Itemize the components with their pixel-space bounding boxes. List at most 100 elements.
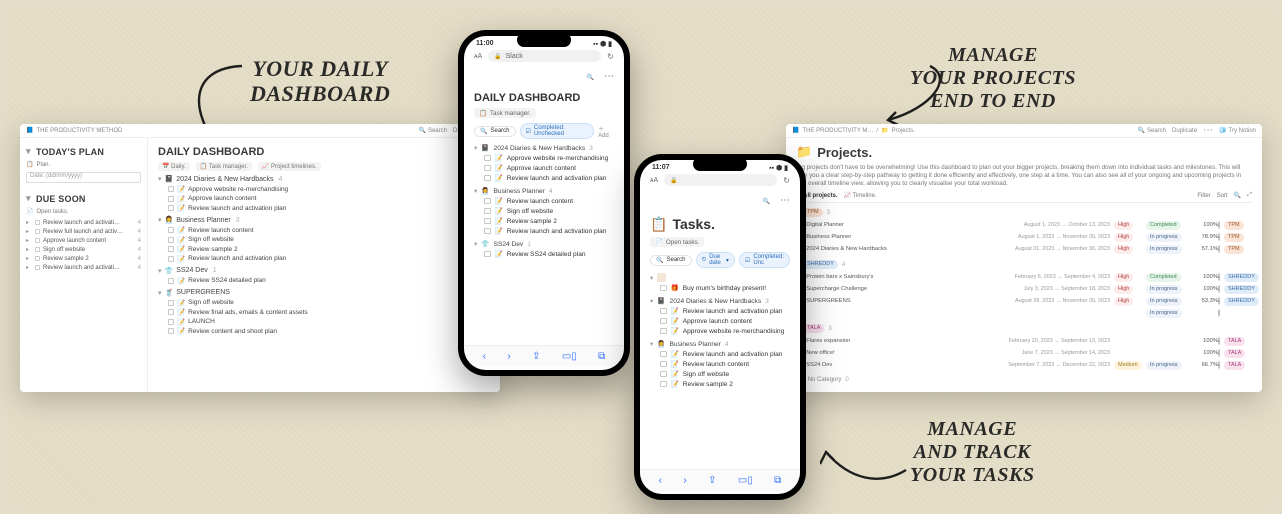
tabs-icon[interactable]: ⧉ xyxy=(598,351,605,362)
project-row[interactable]: ⚡Supercharge ChallengeJuly 3, 2023 → Sep… xyxy=(796,283,1252,295)
add-button[interactable]: ＋ Add xyxy=(598,124,614,139)
sidebar-task[interactable]: ▸Review launch and activati…4 xyxy=(26,264,141,271)
search-button[interactable]: Search xyxy=(650,255,692,266)
task-item[interactable]: 📝Review launch content xyxy=(474,197,614,205)
task-item[interactable]: 🎁Buy mum's birthday present! xyxy=(650,284,790,292)
filter-completed[interactable]: ☑ Completed: Unc xyxy=(739,252,790,268)
sidebar-task[interactable]: ▸Sign off website4 xyxy=(26,246,141,253)
task-item[interactable]: 📝Approve website re-merchandising xyxy=(158,185,490,193)
search-icon[interactable] xyxy=(763,194,770,206)
task-item[interactable]: 📝Approve website re-merchandising xyxy=(474,154,614,162)
task-item[interactable]: 📝Approve launch content xyxy=(158,195,490,203)
project-row[interactable]: 📓2024 Diaries & New HardbacksAugust 31, … xyxy=(796,243,1252,255)
open-tasks-view[interactable]: 📄Open tasks. xyxy=(26,208,141,215)
view-daily[interactable]: 📅 Daily. xyxy=(158,162,190,171)
group-header[interactable]: ▾🥤SUPERGREENS xyxy=(158,289,490,297)
task-item[interactable]: 📝Sign off website xyxy=(474,207,614,215)
sidebar-task[interactable]: ▸Review launch and activati…4 xyxy=(26,219,141,226)
sidebar-task[interactable]: ▸Review sample 24 xyxy=(26,255,141,262)
project-row[interactable]: 🥤SUPERGREENSAugust 28, 2023 → November 3… xyxy=(796,295,1252,307)
filter-completed[interactable]: ☑ Completed: Unchecked xyxy=(520,123,595,139)
view-timelines[interactable]: 📈 Project timelines. xyxy=(258,162,321,171)
search-button[interactable]: Search xyxy=(418,127,447,134)
text-size[interactable]: ᴀA xyxy=(474,53,482,60)
task-item[interactable]: 📝Review launch and activation plan xyxy=(650,350,790,358)
group-header[interactable]: ▾📓2024 Diaries & New Hardbacks3 xyxy=(474,144,614,152)
project-row[interactable]: 👩‍💼Business PlannerAugust 1, 2023 → Nove… xyxy=(796,231,1252,243)
group-header[interactable]: ▾📓2024 Diaries & New Hardbacks4 xyxy=(158,175,490,183)
project-group-header[interactable]: ▾▵ No Category0 xyxy=(796,376,1252,383)
group-header[interactable]: ▾👩‍💼Business Planner4 xyxy=(474,187,614,195)
back-icon[interactable]: ‹ xyxy=(659,475,662,486)
search-icon[interactable] xyxy=(587,70,594,82)
back-icon[interactable]: ‹ xyxy=(483,351,486,362)
view-timeline[interactable]: 📈 Timeline. xyxy=(843,192,876,199)
project-row[interactable]: 🎌Flares expansionFebruary 20, 2023 → Sep… xyxy=(796,335,1252,347)
sort-button[interactable]: Sort xyxy=(1217,193,1228,199)
project-row[interactable]: In progress xyxy=(796,307,1252,319)
task-item[interactable]: 📝Review sample 2 xyxy=(158,245,490,253)
task-item[interactable]: 📝Review launch content xyxy=(158,226,490,234)
task-item[interactable]: 📝Review launch content xyxy=(650,360,790,368)
text-size[interactable]: ᴀA xyxy=(650,177,658,184)
tabs-icon[interactable]: ⧉ xyxy=(774,475,781,486)
project-row[interactable]: 🔑New office!June 7, 2023 → September 14,… xyxy=(796,347,1252,359)
more-icon[interactable] xyxy=(604,70,614,82)
task-item[interactable]: 📝Review launch and activation plan xyxy=(474,227,614,235)
task-item[interactable]: 📝Review launch and activation plan xyxy=(158,255,490,263)
share-icon[interactable]: ⇪ xyxy=(708,475,716,486)
bookmarks-icon[interactable]: ▭▯ xyxy=(562,351,577,362)
forward-icon[interactable]: › xyxy=(683,475,686,486)
task-item[interactable]: 📝Review final ads, emails & content asse… xyxy=(158,308,490,316)
project-group-header[interactable]: ▾TALA3 xyxy=(796,324,1252,333)
breadcrumb[interactable]: 📘THE PRODUCTIVITY M…/📁Projects. xyxy=(792,127,915,134)
task-item[interactable]: 📝Sign off website xyxy=(158,236,490,244)
view-taskmgr[interactable]: 📋 Task manager. xyxy=(196,162,252,171)
task-item[interactable]: 📝Review sample 2 xyxy=(474,217,614,225)
task-item[interactable]: 📝LAUNCH xyxy=(158,318,490,326)
reload-icon[interactable] xyxy=(607,52,614,61)
task-item[interactable]: 📝Sign off website xyxy=(650,370,790,378)
bookmarks-icon[interactable]: ▭▯ xyxy=(738,475,753,486)
task-item[interactable]: 📝Review launch and activation plan xyxy=(158,204,490,212)
task-item[interactable]: 📝Review launch and activation plan xyxy=(650,307,790,315)
breadcrumb[interactable]: 📘THE PRODUCTIVITY METHOD xyxy=(26,127,122,134)
project-group-header[interactable]: ▾SHREDDY4 xyxy=(796,260,1252,269)
task-item[interactable]: 📝Approve launch content xyxy=(650,317,790,325)
group-header[interactable]: ▾👕SS24 Dev1 xyxy=(474,240,614,248)
try-notion-button[interactable]: 🧊Try Notion xyxy=(1219,127,1256,134)
duplicate-button[interactable]: Duplicate xyxy=(1172,128,1197,134)
task-item[interactable]: 📝Sign off website xyxy=(158,299,490,307)
group-header[interactable]: ▾👩‍💼Business Planner4 xyxy=(650,340,790,348)
task-item[interactable]: 📝Review launch and activation plan xyxy=(474,174,614,182)
sidebar-task[interactable]: ▸Approve launch content4 xyxy=(26,237,141,244)
date-input[interactable]: Date: (dd/mm/yyyy) xyxy=(26,172,141,183)
url-box[interactable]: Slack xyxy=(488,50,601,62)
filter-button[interactable]: Filter xyxy=(1197,193,1210,199)
task-item[interactable]: 📝Approve website re-merchandising xyxy=(650,327,790,335)
plan-view[interactable]: 📋Plan. xyxy=(26,161,141,168)
search-icon[interactable] xyxy=(1234,192,1241,199)
project-group-header[interactable]: ▾TPM3 xyxy=(796,208,1252,217)
search-button[interactable]: Search xyxy=(1138,127,1167,134)
project-row[interactable]: 📱Digital PlannerAugust 1, 2023 → October… xyxy=(796,219,1252,231)
url-box[interactable] xyxy=(664,174,777,186)
project-row[interactable]: 👕SS24 DevSeptember 7, 2023 → December 22… xyxy=(796,359,1252,371)
filter-duedate[interactable]: ⏲ Due date ▾ xyxy=(696,252,735,268)
forward-icon[interactable]: › xyxy=(507,351,510,362)
task-item[interactable]: 📝Review SS24 detailed plan xyxy=(158,277,490,285)
more-icon[interactable] xyxy=(1203,125,1213,136)
group-header[interactable]: ▾📓2024 Diaries & New Hardbacks3 xyxy=(650,297,790,305)
no-group-header[interactable]: ▾ xyxy=(650,273,790,282)
view-chip[interactable]: 📄 Open tasks. xyxy=(650,237,704,247)
share-icon[interactable]: ⇪ xyxy=(532,351,540,362)
more-icon[interactable] xyxy=(780,194,790,206)
task-item[interactable]: 📝Review sample 2 xyxy=(650,380,790,388)
sidebar-task[interactable]: ▸Review full launch and activ…4 xyxy=(26,228,141,235)
task-item[interactable]: 📝Review SS24 detailed plan xyxy=(474,250,614,258)
project-row[interactable]: 🥜Protein bars x Sainsbury'sFebruary 6, 2… xyxy=(796,271,1252,283)
expand-icon[interactable]: ⤢ xyxy=(1247,192,1252,199)
group-header[interactable]: ▾👕SS24 Dev1 xyxy=(158,267,490,275)
task-item[interactable]: 📝Review content and shoot plan xyxy=(158,327,490,335)
view-chip[interactable]: 📋 Task manager. xyxy=(474,108,536,118)
